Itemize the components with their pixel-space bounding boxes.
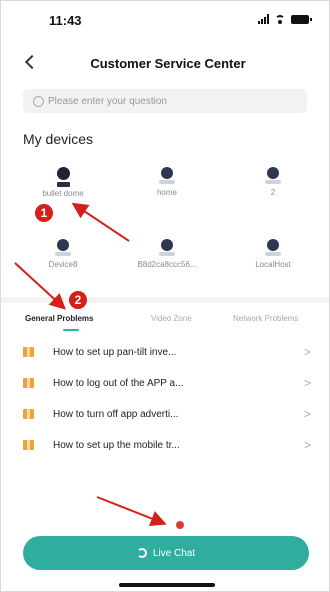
annotation-marker-2: 2: [69, 291, 87, 309]
annotation-arrow-1: [71, 202, 130, 242]
annotation-arrow-2: [14, 262, 66, 310]
annotation-marker-1: 1: [35, 204, 53, 222]
app-screen: 11:43 Customer Service Center My devices…: [0, 0, 330, 592]
annotation-arrow-3: [96, 496, 167, 527]
annotation-arrows: [14, 202, 167, 527]
